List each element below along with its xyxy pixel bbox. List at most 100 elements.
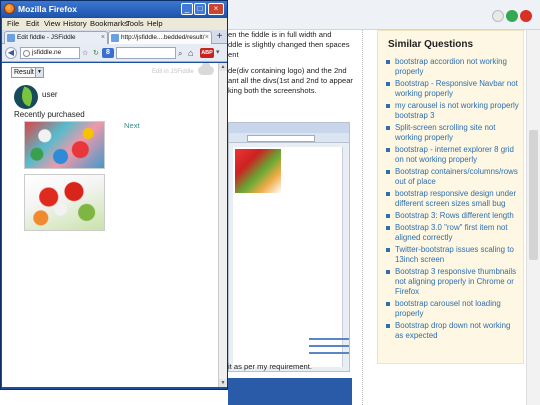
url-text: jsfiddle.ne — [32, 49, 62, 56]
bullet-icon — [386, 214, 390, 218]
close-window-button[interactable]: × — [208, 3, 224, 15]
menu-edit[interactable]: Edit — [26, 19, 39, 28]
navigation-toolbar: ◀ jsfiddle.ne ☆ ↻ 8 ⌕ ⌂ ABP ▾ — [2, 44, 227, 62]
tab-label: Edit fiddle - JSFiddle — [17, 34, 76, 41]
bullet-icon — [386, 192, 390, 196]
jsfiddle-cloud-icon — [198, 63, 214, 75]
search-input[interactable] — [116, 47, 176, 59]
tab-label: http://jsfiddle....bedded/result/ — [121, 34, 205, 41]
menu-view[interactable]: View — [44, 19, 60, 28]
question-line: ddle is slightly changed then spaces — [228, 40, 350, 49]
bullet-icon — [386, 302, 390, 306]
similar-question-link[interactable]: bootstrap carousel not loading properly — [386, 299, 520, 319]
bullet-icon — [386, 248, 390, 252]
similar-question-link[interactable]: Bootstrap 3 responsive thumbnails not al… — [386, 267, 520, 297]
scrollbar-thumb[interactable] — [529, 130, 538, 260]
similar-question-link[interactable]: Bootstrap containers/columns/rows out of… — [386, 167, 520, 187]
search-magnifier-icon[interactable]: ⌕ — [178, 49, 182, 59]
fiddle-result-pane: Result ▼ Edit in JSFiddle user Recently … — [2, 63, 218, 387]
back-button[interactable]: ◀ — [5, 47, 17, 59]
question-body-text: en the fiddle is in full width and ddle … — [228, 30, 353, 102]
bullet-icon — [386, 270, 390, 274]
tab-embedded-result[interactable]: http://jsfiddle....bedded/result/ × — [108, 31, 212, 44]
result-select[interactable]: Result ▼ — [11, 67, 44, 78]
similar-question-link[interactable]: Twitter-bootstrap issues scaling to 13in… — [386, 245, 520, 265]
second-screenshot-image — [228, 378, 352, 405]
similar-questions-list: bootstrap accordion not working properly… — [386, 57, 520, 343]
user-label: user — [42, 90, 58, 99]
question-bottom-text: it as per my requirement. — [228, 362, 312, 371]
bullet-icon — [386, 126, 390, 130]
similar-questions-title: Similar Questions — [388, 39, 474, 50]
chevron-down-icon[interactable]: ▾ — [216, 48, 220, 56]
bookmark-star-icon[interactable]: ☆ — [82, 49, 88, 57]
tab-edit-fiddle[interactable]: Edit fiddle - JSFiddle × — [4, 31, 108, 44]
similar-question-link[interactable]: Bootstrap drop down not working as expec… — [386, 321, 520, 341]
background-red-icon[interactable] — [520, 10, 532, 22]
tab-bar: Edit fiddle - JSFiddle × http://jsfiddle… — [2, 30, 227, 44]
browser-scrollbar[interactable]: ▲ ▼ — [218, 63, 227, 387]
similar-question-link[interactable]: Bootstrap 3.0 "row" first item not align… — [386, 223, 520, 243]
bullet-icon — [386, 324, 390, 328]
user-avatar — [14, 85, 38, 109]
menu-tools[interactable]: Tools — [126, 19, 144, 28]
window-title: Mozilla Firefox — [18, 4, 78, 14]
bullet-icon — [386, 104, 390, 108]
question-line: de(div containing logo) and the 2nd — [228, 66, 347, 75]
recently-purchased-heading: Recently purchased — [14, 110, 85, 119]
background-browser-toolbar — [228, 0, 540, 30]
question-screenshot-image — [228, 122, 350, 372]
chevron-down-icon[interactable]: ▼ — [35, 68, 43, 77]
leaf-logo-icon — [18, 86, 36, 107]
question-line: ant all the divs(1st and 2nd to appear — [228, 76, 353, 85]
window-titlebar[interactable]: Mozilla Firefox _ □ × — [1, 1, 227, 17]
similar-question-link[interactable]: bootstrap - internet explorer 8 grid on … — [386, 145, 520, 165]
maximize-button[interactable]: □ — [194, 3, 206, 15]
close-tab-icon[interactable]: × — [205, 32, 209, 44]
url-input[interactable]: jsfiddle.ne — [20, 47, 80, 59]
background-green-icon[interactable] — [506, 10, 518, 22]
home-icon[interactable]: ⌂ — [188, 48, 193, 58]
product-image[interactable] — [24, 174, 105, 231]
question-line: en the fiddle is in full width and — [228, 30, 332, 39]
similar-question-link[interactable]: Split-screen scrolling site not working … — [386, 123, 520, 143]
similar-question-link[interactable]: bootstrap accordion not working properly — [386, 57, 520, 77]
result-select-value: Result — [14, 69, 34, 76]
scroll-down-icon[interactable]: ▼ — [219, 379, 227, 387]
new-tab-button[interactable]: + — [214, 31, 225, 43]
search-engine-icon[interactable]: 8 — [102, 48, 114, 58]
question-line: king both the screenshots. — [228, 86, 317, 95]
firefox-logo-icon — [4, 3, 15, 14]
adblock-plus-icon[interactable]: ABP — [200, 48, 214, 58]
bullet-icon — [386, 82, 390, 86]
similar-question-link[interactable]: my carousel is not working properly boot… — [386, 101, 520, 121]
reload-icon[interactable]: ↻ — [93, 49, 99, 57]
site-identity-icon[interactable] — [23, 50, 30, 57]
bullet-icon — [386, 60, 390, 64]
menu-bar: File Edit View History Bookmarks Tools H… — [2, 18, 227, 30]
similar-question-link[interactable]: Bootstrap - Responsive Navbar not workin… — [386, 79, 520, 99]
similar-question-link[interactable]: bootstrap responsive design under differ… — [386, 189, 520, 209]
question-line: ent — [228, 50, 239, 59]
minimize-button[interactable]: _ — [181, 3, 193, 15]
menu-history[interactable]: History — [63, 19, 87, 28]
close-tab-icon[interactable]: × — [101, 32, 105, 44]
scroll-up-icon[interactable]: ▲ — [219, 63, 227, 71]
similar-question-link[interactable]: Bootstrap 3: Rows different length — [386, 211, 520, 221]
menu-help[interactable]: Help — [147, 19, 163, 28]
menu-file[interactable]: File — [7, 19, 19, 28]
product-image[interactable] — [24, 121, 105, 169]
background-extension-icon[interactable] — [492, 10, 504, 22]
page-scrollbar[interactable] — [526, 30, 540, 405]
firefox-window: Mozilla Firefox _ □ × File Edit View His… — [0, 0, 228, 390]
jsfiddle-favicon-icon — [7, 34, 15, 42]
edit-in-jsfiddle-link[interactable]: Edit in JSFiddle — [152, 69, 194, 75]
column-divider — [362, 30, 363, 405]
bullet-icon — [386, 170, 390, 174]
jsfiddle-favicon-icon — [111, 34, 119, 42]
next-link[interactable]: Next — [124, 121, 140, 130]
menu-bookmarks[interactable]: Bookmarks — [90, 19, 128, 28]
bullet-icon — [386, 148, 390, 152]
similar-questions-panel: Similar Questions bootstrap accordion no… — [377, 30, 524, 364]
bullet-icon — [386, 226, 390, 230]
